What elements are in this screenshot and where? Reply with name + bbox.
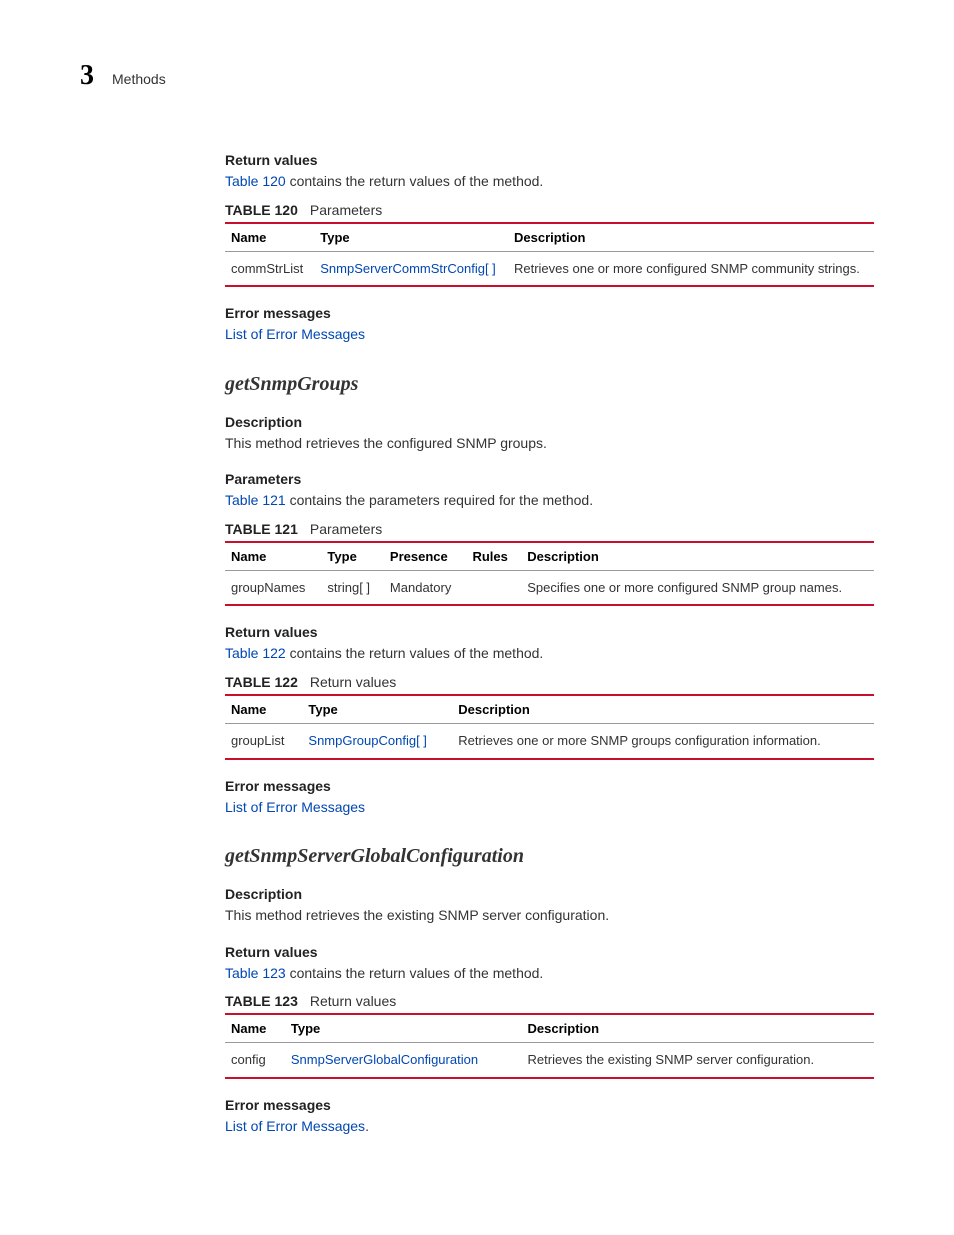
error-messages-period: . xyxy=(365,1118,369,1134)
return-values-heading: Return values xyxy=(225,624,874,640)
table-120-link[interactable]: Table 120 xyxy=(225,173,286,189)
cell-presence: Mandatory xyxy=(384,570,467,605)
table-122: Name Type Description groupList SnmpGrou… xyxy=(225,694,874,760)
table-123-title: Return values xyxy=(310,993,396,1009)
return-values-heading: Return values xyxy=(225,152,874,168)
page-header: 3 Methods xyxy=(80,60,874,92)
col-name: Name xyxy=(225,223,314,252)
error-messages-heading: Error messages xyxy=(225,305,874,321)
table-122-num: TABLE 122 xyxy=(225,674,298,690)
error-messages-link[interactable]: List of Error Messages xyxy=(225,326,365,342)
table-123-link[interactable]: Table 123 xyxy=(225,965,286,981)
col-presence: Presence xyxy=(384,542,467,571)
cell-name: groupList xyxy=(225,724,302,759)
table-122-title: Return values xyxy=(310,674,396,690)
col-name: Name xyxy=(225,1014,285,1043)
col-rules: Rules xyxy=(466,542,521,571)
table-121: Name Type Presence Rules Description gro… xyxy=(225,541,874,607)
return-values-intro: Table 120 contains the return values of … xyxy=(225,172,874,192)
return-values-intro: Table 123 contains the return values of … xyxy=(225,964,874,984)
table-122-caption: TABLE 122 Return values xyxy=(225,674,874,690)
return-values-heading: Return values xyxy=(225,944,874,960)
return-values-intro: Table 122 contains the return values of … xyxy=(225,644,874,664)
col-description: Description xyxy=(522,1014,874,1043)
error-messages-link-p: List of Error Messages. xyxy=(225,1117,874,1137)
cell-desc: Retrieves one or more configured SNMP co… xyxy=(508,251,874,286)
table-row: groupList SnmpGroupConfig[ ] Retrieves o… xyxy=(225,724,874,759)
cell-desc: Retrieves the existing SNMP server confi… xyxy=(522,1043,874,1078)
description-heading: Description xyxy=(225,414,874,430)
col-type: Type xyxy=(285,1014,522,1043)
table-121-num: TABLE 121 xyxy=(225,521,298,537)
error-messages-link[interactable]: List of Error Messages xyxy=(225,1118,365,1134)
cell-type-link[interactable]: SnmpGroupConfig[ ] xyxy=(308,733,427,748)
parameters-heading: Parameters xyxy=(225,471,874,487)
cell-desc: Retrieves one or more SNMP groups config… xyxy=(452,724,874,759)
parameters-intro: Table 121 contains the parameters requir… xyxy=(225,491,874,511)
col-name: Name xyxy=(225,542,321,571)
parameters-intro-rest: contains the parameters required for the… xyxy=(286,492,593,508)
col-description: Description xyxy=(508,223,874,252)
cell-desc: Specifies one or more configured SNMP gr… xyxy=(521,570,874,605)
error-messages-link[interactable]: List of Error Messages xyxy=(225,799,365,815)
cell-rules xyxy=(466,570,521,605)
error-messages-heading: Error messages xyxy=(225,778,874,794)
cell-name: groupNames xyxy=(225,570,321,605)
table-row: commStrList SnmpServerCommStrConfig[ ] R… xyxy=(225,251,874,286)
table-row: groupNames string[ ] Mandatory Specifies… xyxy=(225,570,874,605)
table-121-caption: TABLE 121 Parameters xyxy=(225,521,874,537)
return-values-intro-rest: contains the return values of the method… xyxy=(286,645,544,661)
table-120-title: Parameters xyxy=(310,202,382,218)
cell-name: config xyxy=(225,1043,285,1078)
table-123-caption: TABLE 123 Return values xyxy=(225,993,874,1009)
chapter-number: 3 xyxy=(80,60,94,92)
error-messages-link-p: List of Error Messages xyxy=(225,325,874,345)
col-type: Type xyxy=(321,542,384,571)
description-body: This method retrieves the configured SNM… xyxy=(225,434,874,454)
table-122-link[interactable]: Table 122 xyxy=(225,645,286,661)
table-121-link[interactable]: Table 121 xyxy=(225,492,286,508)
cell-type: string[ ] xyxy=(321,570,384,605)
cell-name: commStrList xyxy=(225,251,314,286)
col-description: Description xyxy=(521,542,874,571)
col-type: Type xyxy=(302,695,452,724)
cell-type-link[interactable]: SnmpServerCommStrConfig[ ] xyxy=(320,261,496,276)
error-messages-heading: Error messages xyxy=(225,1097,874,1113)
content-column: Return values Table 120 contains the ret… xyxy=(225,152,874,1137)
col-description: Description xyxy=(452,695,874,724)
table-row: config SnmpServerGlobalConfiguration Ret… xyxy=(225,1043,874,1078)
table-123: Name Type Description config SnmpServerG… xyxy=(225,1013,874,1079)
col-type: Type xyxy=(314,223,508,252)
table-121-title: Parameters xyxy=(310,521,382,537)
table-120-num: TABLE 120 xyxy=(225,202,298,218)
table-120-caption: TABLE 120 Parameters xyxy=(225,202,874,218)
method-title-getsnmpserverglobalconfiguration: getSnmpServerGlobalConfiguration xyxy=(225,845,874,868)
table-120: Name Type Description commStrList SnmpSe… xyxy=(225,222,874,288)
method-title-getsnmpgroups: getSnmpGroups xyxy=(225,373,874,396)
table-123-num: TABLE 123 xyxy=(225,993,298,1009)
error-messages-link-p: List of Error Messages xyxy=(225,798,874,818)
breadcrumb: Methods xyxy=(112,71,166,87)
return-values-intro-rest: contains the return values of the method… xyxy=(286,173,544,189)
description-heading: Description xyxy=(225,886,874,902)
cell-type-link[interactable]: SnmpServerGlobalConfiguration xyxy=(291,1052,478,1067)
return-values-intro-rest: contains the return values of the method… xyxy=(286,965,544,981)
description-body: This method retrieves the existing SNMP … xyxy=(225,906,874,926)
col-name: Name xyxy=(225,695,302,724)
